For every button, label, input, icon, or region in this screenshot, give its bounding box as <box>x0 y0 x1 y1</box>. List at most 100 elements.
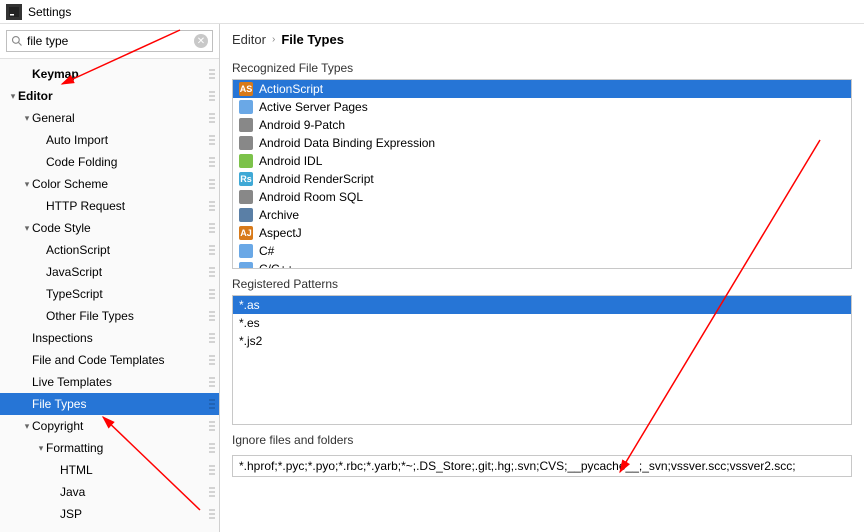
filetype-label: AspectJ <box>259 226 302 240</box>
filetype-row[interactable]: AS ActionScript <box>233 80 851 98</box>
filetype-row[interactable]: Android IDL <box>233 152 851 170</box>
filetype-icon <box>239 136 253 150</box>
sidebar-item-code-folding[interactable]: Code Folding <box>0 151 219 173</box>
sidebar-item-code-style[interactable]: ▾Code Style <box>0 217 219 239</box>
project-scope-icon <box>209 375 215 389</box>
search-box[interactable]: ✕ <box>6 30 213 52</box>
filetype-label: Android 9-Patch <box>259 118 345 132</box>
sidebar-item-inspections[interactable]: Inspections <box>0 327 219 349</box>
chevron-icon: ▾ <box>22 179 32 190</box>
sidebar-item-jsp[interactable]: JSP <box>0 503 219 525</box>
filetype-label: C# <box>259 244 274 258</box>
pattern-label: *.js2 <box>239 334 262 348</box>
sidebar-item-color-scheme[interactable]: ▾Color Scheme <box>0 173 219 195</box>
filetype-label: C/C++ <box>259 262 294 269</box>
app-icon <box>6 4 22 20</box>
chevron-icon: ▾ <box>36 443 46 454</box>
filetype-label: Android Data Binding Expression <box>259 136 435 150</box>
filetype-icon <box>239 244 253 258</box>
filetype-icon <box>239 262 253 269</box>
project-scope-icon <box>209 485 215 499</box>
pattern-label: *.es <box>239 316 260 330</box>
chevron-icon: ▾ <box>22 421 32 432</box>
filetype-label: Archive <box>259 208 299 222</box>
project-scope-icon <box>209 265 215 279</box>
filetype-icon <box>239 100 253 114</box>
sidebar-item-label: Code Style <box>32 221 209 235</box>
chevron-icon: ▾ <box>22 223 32 234</box>
window-title: Settings <box>28 5 71 19</box>
project-scope-icon <box>209 441 215 455</box>
registered-patterns-list[interactable]: *.as *.es *.js2 <box>232 295 852 425</box>
search-input[interactable] <box>27 34 194 48</box>
filetype-label: Android Room SQL <box>259 190 363 204</box>
settings-sidebar: ✕ Keymap ▾Editor▾GeneralAuto ImportCode F… <box>0 24 220 532</box>
sidebar-item-file-and-code-templates[interactable]: File and Code Templates <box>0 349 219 371</box>
project-scope-icon <box>209 463 215 477</box>
sidebar-item-label: JSP <box>60 507 209 521</box>
filetype-row[interactable]: Rs Android RenderScript <box>233 170 851 188</box>
sidebar-item-label: File and Code Templates <box>32 353 209 367</box>
sidebar-item-java[interactable]: Java <box>0 481 219 503</box>
sidebar-item-label: Formatting <box>46 441 209 455</box>
sidebar-item-actionscript[interactable]: ActionScript <box>0 239 219 261</box>
project-scope-icon <box>209 353 215 367</box>
sidebar-item-copyright[interactable]: ▾Copyright <box>0 415 219 437</box>
sidebar-item-html[interactable]: HTML <box>0 459 219 481</box>
sidebar-item-label: Keymap <box>32 67 209 81</box>
sidebar-item-general[interactable]: ▾General <box>0 107 219 129</box>
sidebar-item-label: ActionScript <box>46 243 209 257</box>
breadcrumb-part-editor: Editor <box>232 32 266 47</box>
filetype-label: Android RenderScript <box>259 172 374 186</box>
section-ignore-label: Ignore files and folders <box>220 425 864 451</box>
pattern-row[interactable]: *.as <box>233 296 851 314</box>
sidebar-item-auto-import[interactable]: Auto Import <box>0 129 219 151</box>
project-scope-icon <box>209 67 215 81</box>
filetype-row[interactable]: C# <box>233 242 851 260</box>
sidebar-item-other-file-types[interactable]: Other File Types <box>0 305 219 327</box>
pattern-row[interactable]: *.es <box>233 314 851 332</box>
sidebar-item-label: Color Scheme <box>32 177 209 191</box>
settings-tree[interactable]: Keymap ▾Editor▾GeneralAuto ImportCode Fol… <box>0 59 219 532</box>
chevron-right-icon: › <box>272 34 275 45</box>
filetype-row[interactable]: C/C++ <box>233 260 851 269</box>
project-scope-icon <box>209 199 215 213</box>
filetype-row[interactable]: AJ AspectJ <box>233 224 851 242</box>
filetype-icon <box>239 208 253 222</box>
sidebar-item-javascript[interactable]: JavaScript <box>0 261 219 283</box>
sidebar-item-label: TypeScript <box>46 287 209 301</box>
filetype-icon: Rs <box>239 172 253 186</box>
sidebar-item-label: HTML <box>60 463 209 477</box>
filetype-row[interactable]: Android Data Binding Expression <box>233 134 851 152</box>
sidebar-item-editor[interactable]: ▾Editor <box>0 85 219 107</box>
pattern-row[interactable]: *.js2 <box>233 332 851 350</box>
section-recognized-label: Recognized File Types <box>220 53 864 79</box>
ignore-files-input[interactable] <box>232 455 852 477</box>
sidebar-item-http-request[interactable]: HTTP Request <box>0 195 219 217</box>
filetype-icon: AS <box>239 82 253 96</box>
filetype-row[interactable]: Archive <box>233 206 851 224</box>
filetype-row[interactable]: Active Server Pages <box>233 98 851 116</box>
project-scope-icon <box>209 177 215 191</box>
project-scope-icon <box>209 507 215 521</box>
filetype-icon <box>239 154 253 168</box>
project-scope-icon <box>209 287 215 301</box>
sidebar-item-file-types[interactable]: File Types <box>0 393 219 415</box>
sidebar-item-typescript[interactable]: TypeScript <box>0 283 219 305</box>
main-panel: Editor › File Types Recognized File Type… <box>220 24 864 532</box>
sidebar-item-label: Other File Types <box>46 309 209 323</box>
filetype-icon: AJ <box>239 226 253 240</box>
project-scope-icon <box>209 155 215 169</box>
clear-search-icon[interactable]: ✕ <box>194 34 208 48</box>
filetype-row[interactable]: Android Room SQL <box>233 188 851 206</box>
filetype-label: ActionScript <box>259 82 323 96</box>
project-scope-icon <box>209 397 215 411</box>
sidebar-item-formatting[interactable]: ▾Formatting <box>0 437 219 459</box>
sidebar-item-live-templates[interactable]: Live Templates <box>0 371 219 393</box>
sidebar-item-keymap[interactable]: Keymap <box>0 63 219 85</box>
breadcrumb: Editor › File Types <box>220 24 864 53</box>
filetype-label: Android IDL <box>259 154 322 168</box>
recognized-file-types-list[interactable]: AS ActionScript Active Server Pages Android… <box>232 79 852 269</box>
filetype-row[interactable]: Android 9-Patch <box>233 116 851 134</box>
breadcrumb-part-filetypes: File Types <box>281 32 344 47</box>
